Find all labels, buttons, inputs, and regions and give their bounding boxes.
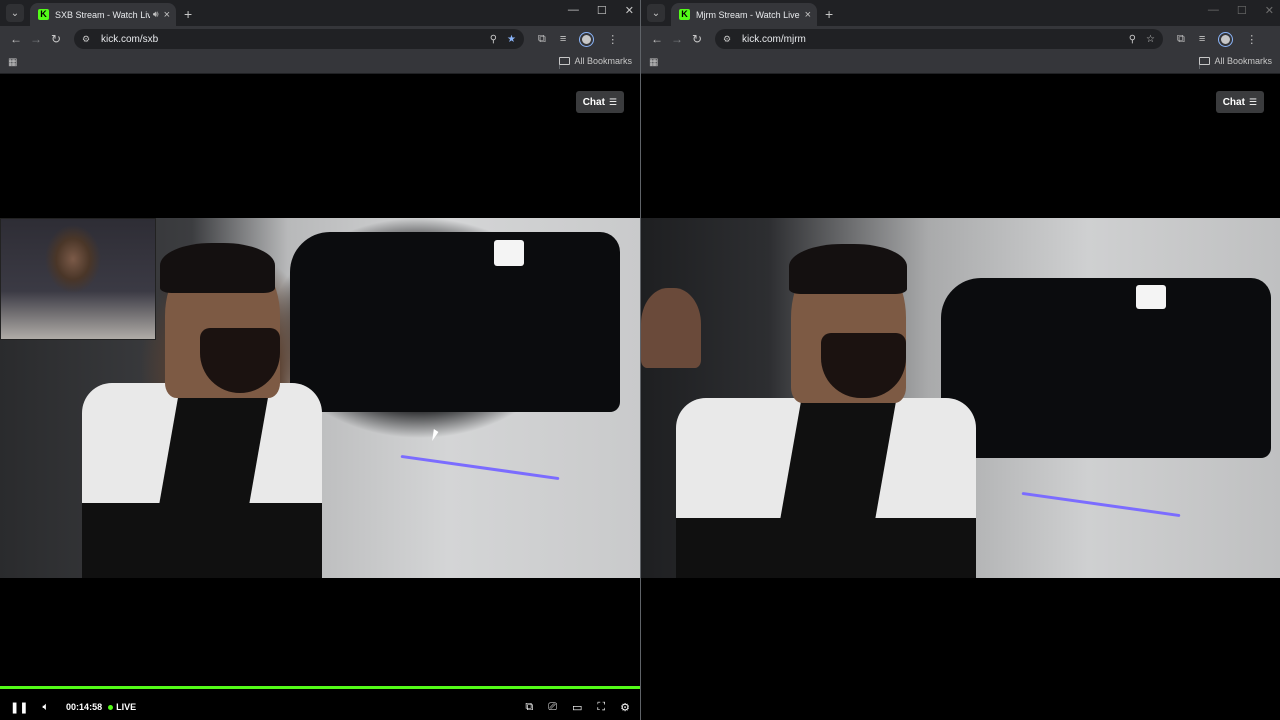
address-bar[interactable]: ⚙ kick.com/mjrm ⚲ ☆ (715, 29, 1163, 49)
playback-time: 00:14:58 (66, 702, 103, 712)
profile-avatar-icon[interactable] (580, 32, 594, 46)
playback-progress-bar[interactable] (0, 686, 640, 689)
menu-kebab-icon[interactable]: ⋮ (607, 33, 618, 46)
bookmark-star-icon[interactable]: ★ (507, 34, 516, 45)
new-tab-icon[interactable]: + (184, 6, 192, 22)
minimize-icon[interactable]: — (1208, 4, 1219, 17)
extensions-icon[interactable]: ⧉ (538, 33, 546, 46)
site-info-icon[interactable]: ⚙ (723, 34, 737, 45)
ambient-light-strip (1021, 491, 1181, 518)
streamer-hair (160, 243, 275, 293)
tab-title: Mjrm Stream - Watch Live on Kick (696, 9, 800, 20)
chat-toggle-button[interactable]: Chat ☰ (1215, 91, 1264, 113)
tab-mjrm[interactable]: K Mjrm Stream - Watch Live on Kick × (671, 3, 817, 26)
fullscreen-icon[interactable]: ⛶ (597, 701, 605, 714)
back-arrow-icon[interactable]: ← (6, 32, 26, 46)
tab-search-icon[interactable]: ⌄ (647, 4, 665, 22)
live-dot-icon (108, 704, 114, 710)
bookmarks-bar: ▦ All Bookmarks (641, 52, 1280, 74)
mini-player-icon[interactable]: ⧉ (525, 701, 533, 714)
volume-icon[interactable]: 🔈︎ (42, 701, 49, 714)
chat-label: Chat (1222, 96, 1245, 108)
kick-favicon-icon: K (38, 9, 49, 20)
menu-kebab-icon[interactable]: ⋮ (1246, 33, 1257, 46)
reload-icon[interactable]: ↻ (46, 32, 66, 46)
car-window-scene (290, 232, 620, 412)
maximize-icon[interactable]: ☐ (597, 4, 607, 17)
streamer-hair (789, 244, 907, 294)
all-bookmarks-label: All Bookmarks (574, 56, 632, 66)
street-light (494, 240, 524, 266)
minimize-icon[interactable]: — (568, 4, 579, 17)
facecam-overlay (0, 218, 156, 340)
forward-arrow-icon[interactable]: → (26, 32, 46, 46)
close-window-icon[interactable]: ✕ (1265, 4, 1274, 17)
live-badge: LIVE (108, 702, 136, 712)
extensions-icon[interactable]: ⧉ (1177, 33, 1185, 46)
ambient-light-strip (400, 454, 560, 481)
browser-window-right: ⌄ K Mjrm Stream - Watch Live on Kick × +… (641, 0, 1280, 720)
chat-toggle-button[interactable]: Chat ☰ (575, 91, 624, 113)
apps-grid-icon[interactable]: ▦ (8, 57, 17, 68)
media-control-icon[interactable]: ≡ (560, 33, 566, 45)
all-bookmarks-button[interactable]: All Bookmarks (1199, 56, 1272, 66)
zoom-icon[interactable]: ⚲ (1129, 34, 1136, 45)
live-label: LIVE (116, 702, 137, 712)
url-text[interactable]: kick.com/sxb (101, 34, 480, 45)
browser-window-left: ⌄ K SXB Stream - Watch Live on Kick 🔊︎ ×… (0, 0, 640, 720)
tab-sxb[interactable]: K SXB Stream - Watch Live on Kick 🔊︎ × (30, 3, 176, 26)
window-controls: — ☐ ✕ (1208, 4, 1274, 17)
pause-icon[interactable]: ❚❚ (10, 701, 28, 714)
close-tab-icon[interactable]: × (164, 9, 170, 21)
zoom-icon[interactable]: ⚲ (490, 34, 497, 45)
close-window-icon[interactable]: ✕ (625, 4, 634, 17)
media-control-icon[interactable]: ≡ (1199, 33, 1205, 45)
player-controls: ❚❚ 🔈︎ 00:14:58 LIVE ⧉ ⎚ ▭ ⛶ ⚙ (0, 696, 640, 718)
chat-list-icon: ☰ (1248, 96, 1257, 107)
apps-grid-icon[interactable]: ▦ (649, 57, 658, 68)
clip-icon[interactable]: ⎚ (548, 701, 557, 714)
theater-mode-icon[interactable]: ▭ (572, 701, 582, 714)
speaker-icon[interactable]: 🔊︎ (153, 9, 159, 20)
passenger-head (641, 288, 701, 368)
tab-title: SXB Stream - Watch Live on Kick (55, 9, 150, 20)
address-bar[interactable]: ⚙ kick.com/sxb ⚲ ★ (74, 29, 524, 49)
bookmark-star-icon[interactable]: ☆ (1146, 34, 1155, 45)
kick-favicon-icon: K (679, 9, 690, 20)
video-player[interactable] (641, 218, 1280, 578)
profile-avatar-icon[interactable] (1219, 32, 1233, 46)
chat-list-icon: ☰ (608, 96, 617, 107)
site-info-icon[interactable]: ⚙ (82, 34, 96, 45)
shirt-lower (82, 503, 322, 578)
page-content: Chat ☰ (641, 75, 1280, 720)
video-player[interactable] (0, 218, 640, 578)
maximize-icon[interactable]: ☐ (1237, 4, 1247, 17)
page-content: Chat ☰ (0, 75, 640, 720)
shirt-lower (676, 518, 976, 578)
window-controls: — ☐ ✕ (568, 4, 634, 17)
bookmarks-bar: ▦ All Bookmarks (0, 52, 640, 74)
settings-gear-icon[interactable]: ⚙ (620, 701, 630, 714)
url-text[interactable]: kick.com/mjrm (742, 34, 1119, 45)
browser-toolbar: ← → ↻ ⚙ kick.com/sxb ⚲ ★ ⧉ ≡ ⋮ (0, 26, 640, 52)
tab-search-icon[interactable]: ⌄ (6, 4, 24, 22)
new-tab-icon[interactable]: + (825, 6, 833, 22)
car-window-scene (941, 278, 1271, 458)
close-tab-icon[interactable]: × (805, 9, 811, 21)
forward-arrow-icon[interactable]: → (667, 32, 687, 46)
all-bookmarks-button[interactable]: All Bookmarks (559, 56, 632, 66)
back-arrow-icon[interactable]: ← (647, 32, 667, 46)
street-light (1136, 285, 1166, 309)
tab-strip: ⌄ K SXB Stream - Watch Live on Kick 🔊︎ ×… (0, 0, 640, 26)
chat-label: Chat (582, 96, 605, 108)
reload-icon[interactable]: ↻ (687, 32, 707, 46)
browser-toolbar: ← → ↻ ⚙ kick.com/mjrm ⚲ ☆ ⧉ ≡ ⋮ (641, 26, 1280, 52)
all-bookmarks-label: All Bookmarks (1214, 56, 1272, 66)
tab-strip: ⌄ K Mjrm Stream - Watch Live on Kick × +… (641, 0, 1280, 26)
folder-icon (1199, 57, 1211, 65)
folder-icon (559, 57, 571, 65)
